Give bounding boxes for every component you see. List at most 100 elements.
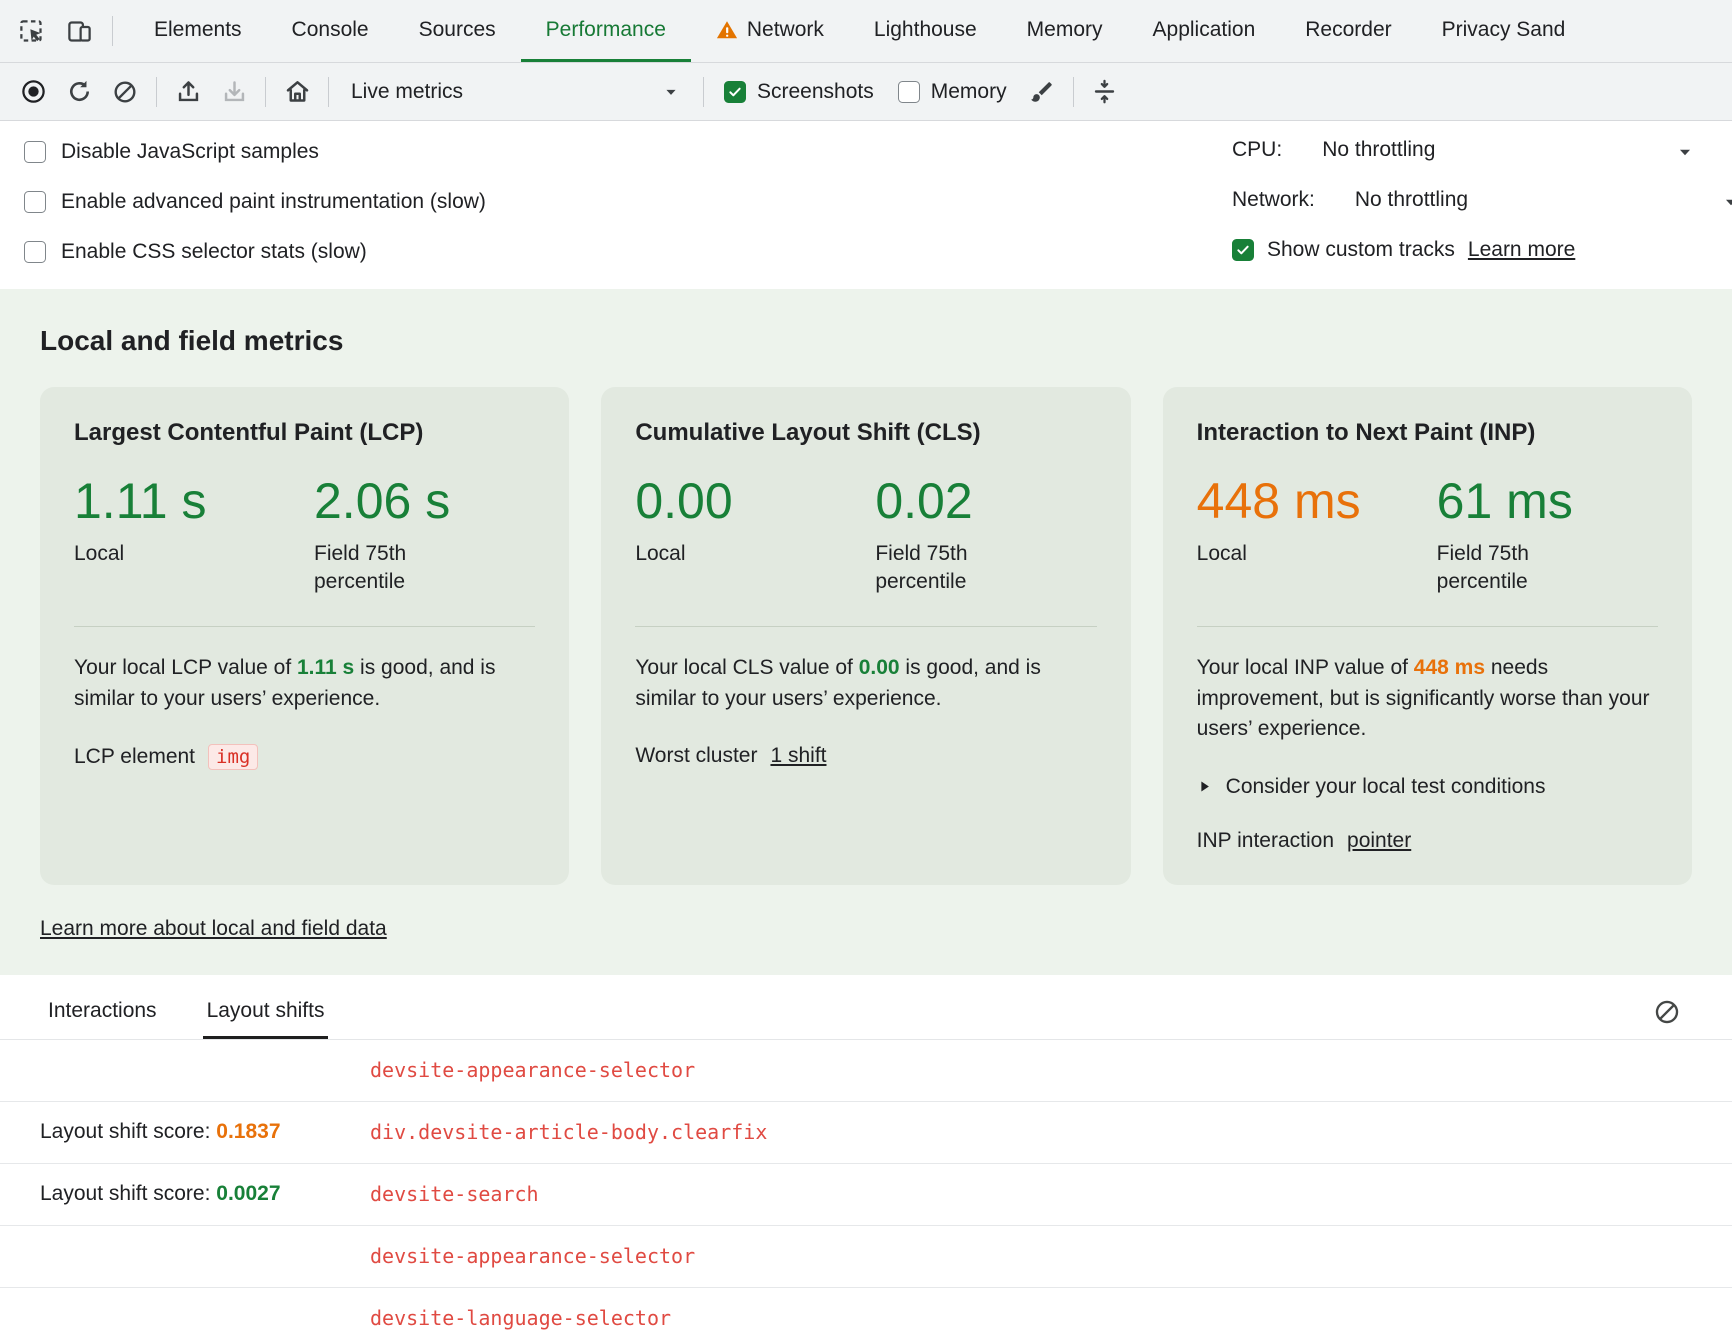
tab-network[interactable]: Network: [691, 0, 849, 62]
tab-console[interactable]: Console: [267, 0, 394, 62]
inp-card-title: Interaction to Next Paint (INP): [1197, 419, 1658, 447]
cpu-throttling-row: CPU: No throttling: [1232, 125, 1732, 175]
cls-local-label: Local: [635, 540, 785, 568]
screenshots-checkbox[interactable]: [724, 81, 746, 103]
metrics-heading: Local and field metrics: [40, 325, 1692, 357]
live-metrics-select[interactable]: Live metrics: [339, 80, 693, 104]
lcp-description: Your local LCP value of 1.11 s is good, …: [74, 653, 535, 714]
collapse-sections-button[interactable]: [1084, 71, 1126, 113]
tab-label: Privacy Sand: [1442, 18, 1566, 42]
tab-label: Recorder: [1305, 18, 1391, 42]
lcp-field-value: 2.06 s: [314, 475, 464, 528]
learn-more-link[interactable]: Learn more: [1468, 238, 1575, 262]
lcp-card-title: Largest Contentful Paint (LCP): [74, 419, 535, 447]
tab-label: Interactions: [48, 999, 157, 1022]
cls-card-title: Cumulative Layout Shift (CLS): [635, 419, 1096, 447]
learn-more-local-field-link[interactable]: Learn more about local and field data: [40, 917, 387, 941]
upload-profile-button[interactable]: [167, 71, 209, 113]
download-profile-button[interactable]: [213, 71, 255, 113]
cls-local-block: 0.00 Local: [635, 475, 875, 596]
divider: [1197, 626, 1658, 627]
show-custom-tracks-checkbox[interactable]: [1232, 239, 1254, 261]
brush-icon: [1029, 79, 1055, 105]
shift-score-value: 0.1837: [216, 1120, 280, 1143]
layout-shift-row[interactable]: devsite-language-selector: [0, 1288, 1732, 1332]
inp-field-value: 61 ms: [1437, 475, 1587, 528]
divider: [265, 77, 266, 107]
lcp-field-block: 2.06 s Field 75th percentile: [314, 475, 464, 596]
check-icon: [727, 84, 743, 100]
shift-node-link[interactable]: devsite-search: [370, 1182, 1732, 1206]
css-selector-stats-checkbox[interactable]: [24, 241, 46, 263]
layout-shift-row[interactable]: devsite-appearance-selector: [0, 1226, 1732, 1288]
cls-values: 0.00 Local 0.02 Field 75th percentile: [635, 475, 1096, 596]
download-icon: [221, 78, 248, 105]
tab-interactions[interactable]: Interactions: [44, 999, 161, 1039]
local-field-metrics-panel: Local and field metrics Largest Contentf…: [0, 289, 1732, 975]
lcp-element-row: LCP element img: [74, 744, 535, 770]
memory-checkbox-group[interactable]: Memory: [888, 80, 1017, 104]
desc-text: Your local CLS value of: [635, 656, 858, 679]
tab-performance[interactable]: Performance: [521, 0, 691, 62]
network-label: Network:: [1232, 188, 1315, 212]
divider: [156, 77, 157, 107]
clear-log-button[interactable]: [1646, 991, 1688, 1033]
layout-shift-row[interactable]: devsite-appearance-selector: [0, 1040, 1732, 1102]
tab-memory[interactable]: Memory: [1002, 0, 1128, 62]
tab-recorder[interactable]: Recorder: [1280, 0, 1416, 62]
collapse-icon: [1091, 78, 1118, 105]
desc-text: Your local INP value of: [1197, 656, 1414, 679]
lcp-local-label: Local: [74, 540, 224, 568]
network-throttling-row: Network: No throttling: [1232, 175, 1732, 225]
divider: [703, 77, 704, 107]
tab-sources[interactable]: Sources: [394, 0, 521, 62]
chevron-down-icon[interactable]: [1674, 141, 1696, 163]
tab-layout-shifts[interactable]: Layout shifts: [203, 999, 329, 1039]
tab-application[interactable]: Application: [1128, 0, 1281, 62]
inp-field-label: Field 75th percentile: [1437, 540, 1587, 597]
worst-cluster-label: Worst cluster: [635, 744, 757, 768]
shift-score: Layout shift score: 0.1837: [40, 1120, 370, 1144]
metric-cards: Largest Contentful Paint (LCP) 1.11 s Lo…: [40, 387, 1692, 885]
inp-values: 448 ms Local 61 ms Field 75th percentile: [1197, 475, 1658, 596]
local-test-conditions-disclosure[interactable]: Consider your local test conditions: [1197, 775, 1658, 799]
screenshots-checkbox-group[interactable]: Screenshots: [714, 80, 884, 104]
device-toolbar-icon[interactable]: [58, 10, 100, 52]
tab-privacy-sandbox[interactable]: Privacy Sand: [1417, 0, 1591, 62]
layout-shift-row[interactable]: Layout shift score: 0.1837 div.devsite-a…: [0, 1102, 1732, 1164]
inp-interaction-link[interactable]: pointer: [1347, 829, 1411, 853]
lcp-element-node-link[interactable]: img: [208, 744, 258, 770]
advanced-paint-checkbox[interactable]: [24, 191, 46, 213]
shift-node-link[interactable]: devsite-appearance-selector: [370, 1244, 1732, 1268]
memory-checkbox[interactable]: [898, 81, 920, 103]
reload-and-record-button[interactable]: [58, 71, 100, 113]
tab-elements[interactable]: Elements: [129, 0, 267, 62]
throttling-settings: CPU: No throttling Network: No throttlin…: [1232, 125, 1732, 275]
chevron-down-icon[interactable]: [1720, 191, 1732, 213]
record-button[interactable]: [12, 71, 54, 113]
shift-node-link[interactable]: devsite-appearance-selector: [370, 1058, 1732, 1082]
reload-icon: [66, 78, 93, 105]
shift-node-link[interactable]: div.devsite-article-body.clearfix: [370, 1120, 1732, 1144]
shift-node-link[interactable]: devsite-language-selector: [370, 1306, 1732, 1330]
clear-button[interactable]: [104, 71, 146, 113]
tab-lighthouse[interactable]: Lighthouse: [849, 0, 1002, 62]
home-button[interactable]: [276, 71, 318, 113]
metric-card-lcp: Largest Contentful Paint (LCP) 1.11 s Lo…: [40, 387, 569, 885]
layout-shift-row[interactable]: Layout shift score: 0.0027 devsite-searc…: [0, 1164, 1732, 1226]
live-metrics-log: Interactions Layout shifts devsite-appea…: [0, 975, 1732, 1332]
home-icon: [284, 78, 311, 105]
inspect-element-icon[interactable]: [10, 10, 52, 52]
devtools-tab-bar: Elements Console Sources Performance Net…: [0, 0, 1732, 63]
warning-icon: [716, 19, 738, 41]
show-custom-tracks-row[interactable]: Show custom tracks Learn more: [1232, 225, 1732, 275]
screenshots-label: Screenshots: [757, 80, 874, 104]
network-throttling-select[interactable]: No throttling: [1355, 188, 1468, 212]
capture-settings: Disable JavaScript samples Enable advanc…: [0, 121, 1732, 289]
worst-cluster-link[interactable]: 1 shift: [770, 744, 826, 768]
disable-js-samples-checkbox[interactable]: [24, 141, 46, 163]
gc-brush-button[interactable]: [1021, 71, 1063, 113]
cpu-label: CPU:: [1232, 138, 1282, 162]
shift-score-label: Layout shift score:: [40, 1182, 216, 1205]
cpu-throttling-select[interactable]: No throttling: [1322, 138, 1435, 162]
